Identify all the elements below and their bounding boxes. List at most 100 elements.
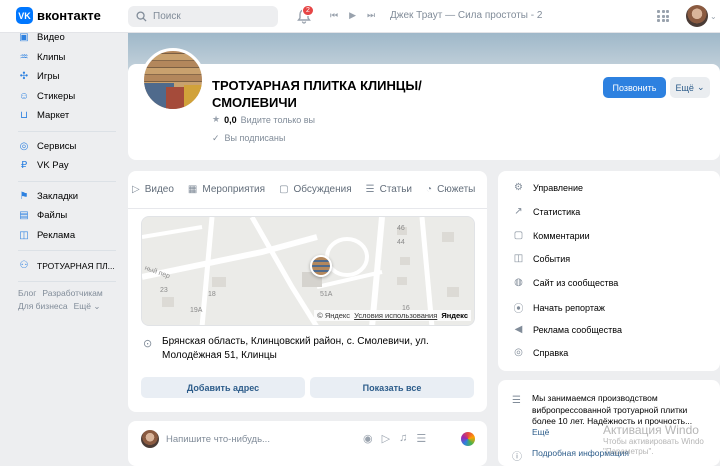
- group-description: Мы занимаемся производством вибропрессов…: [532, 393, 693, 426]
- tab-label: Обсуждения: [293, 184, 352, 195]
- subscription-status[interactable]: ✓ Вы подписаны: [212, 133, 285, 144]
- menu-item-ads[interactable]: ◀ Реклама сообщества: [512, 324, 622, 335]
- sidebar-divider: [18, 280, 116, 282]
- sidebar-item-label: Файлы: [37, 210, 68, 222]
- post-input[interactable]: Напишите что-нибудь...: [166, 434, 270, 445]
- footer-link-blog[interactable]: Блог: [18, 288, 36, 298]
- description-more-link[interactable]: Ещё: [532, 427, 549, 437]
- vk-logo-icon: VK: [16, 7, 33, 24]
- video-icon[interactable]: ▷: [382, 432, 390, 445]
- sidebar-item-group[interactable]: ⚇ ТРОТУАРНАЯ ПЛ...: [18, 256, 123, 276]
- more-button[interactable]: Ещё ⌄: [670, 77, 710, 98]
- menu-item-label: Справка: [533, 347, 569, 358]
- call-button[interactable]: Позвонить: [603, 77, 666, 98]
- sidebar-item-video[interactable]: ▣ Видео: [18, 28, 123, 48]
- footer-link-developers[interactable]: Разработчикам: [42, 288, 102, 298]
- sidebar-item-vkpay[interactable]: ₽ VK Pay: [18, 156, 123, 176]
- menu-item-label: Начать репортаж: [533, 302, 605, 313]
- group-title: ТРОТУАРНАЯ ПЛИТКА КЛИНЦЫ/ СМОЛЕВИЧИ: [212, 77, 422, 111]
- tab-label: Статьи: [379, 184, 413, 195]
- show-all-button[interactable]: Показать все: [310, 377, 474, 398]
- footer-link-more[interactable]: Ещё ⌄: [74, 301, 101, 311]
- star-icon: ★: [212, 114, 221, 124]
- menu-item-comments[interactable]: ▢ Комментарии: [512, 230, 590, 241]
- tab-label: Видео: [144, 184, 174, 195]
- calendar-icon: ▦: [187, 184, 198, 195]
- sidebar-item-games[interactable]: ✣ Игры: [18, 67, 123, 87]
- map-location-pin[interactable]: [310, 255, 332, 277]
- menu-item-events[interactable]: ◫ События: [512, 253, 570, 264]
- sidebar-divider: [18, 130, 116, 132]
- admin-menu-card: [498, 171, 720, 371]
- article-icon[interactable]: ☰: [416, 432, 426, 445]
- sidebar-item-label: Игры: [37, 71, 60, 83]
- sidebar-item-market[interactable]: ⊔ Маркет: [18, 106, 123, 126]
- sidebar-item-stickers[interactable]: ☺ Стикеры: [18, 87, 123, 107]
- sidebar-item-bookmarks[interactable]: ⚑ Закладки: [18, 187, 123, 207]
- menu-item-label: Статистика: [533, 206, 581, 217]
- chevron-down-icon[interactable]: ⌄: [710, 12, 717, 21]
- play-icon[interactable]: ▶: [349, 10, 356, 21]
- chevron-down-icon: ⌄: [696, 82, 705, 92]
- music-icon[interactable]: ♫: [399, 432, 407, 445]
- menu-item-live[interactable]: ⦿ Начать репортаж: [512, 300, 605, 316]
- menu-item-stats[interactable]: ↗ Статистика: [512, 206, 580, 217]
- menu-item-site[interactable]: ◍ Сайт из сообщества: [512, 277, 618, 288]
- sidebar-item-label: Реклама: [37, 229, 76, 241]
- map-attribution: © Яндекс Условия использования Яндекс: [314, 310, 471, 321]
- details-link[interactable]: Подробная информация: [532, 448, 629, 458]
- stickers-icon: ☺: [18, 90, 30, 102]
- checkmark-icon: ✓: [212, 133, 220, 143]
- footer-link-business[interactable]: Для бизнеса: [18, 301, 68, 311]
- tab-label: Сюжеты: [437, 184, 476, 195]
- sidebar-item-files[interactable]: ▤ Файлы: [18, 206, 123, 226]
- apps-grid-icon[interactable]: [657, 10, 669, 22]
- yandex-logo: Яндекс: [441, 311, 468, 320]
- community-icon: ⚇: [19, 260, 29, 272]
- sidebar-divider: [18, 180, 116, 182]
- sidebar-item-services[interactable]: ◎ Сервисы: [18, 137, 123, 157]
- article-icon: ☰: [365, 184, 375, 195]
- tab-video[interactable]: ▷ Видео: [132, 184, 174, 195]
- comment-icon: ▢: [513, 230, 524, 241]
- menu-item-label: Реклама сообщества: [533, 324, 622, 335]
- user-avatar[interactable]: [686, 5, 708, 27]
- palette-icon[interactable]: [461, 432, 475, 446]
- menu-item-help[interactable]: ◎ Справка: [512, 347, 568, 358]
- tab-articles[interactable]: ☰ Статьи: [366, 184, 412, 195]
- events-icon: ◫: [513, 253, 524, 264]
- vk-logo[interactable]: VK вконтакте: [16, 7, 101, 24]
- logo-text: вконтакте: [37, 8, 101, 23]
- map-house-number: 44: [397, 239, 405, 246]
- sidebar-item-label: ТРОТУАРНАЯ ПЛ...: [37, 260, 115, 271]
- tab-stories[interactable]: ◔ Сюжеты: [426, 184, 475, 195]
- group-address[interactable]: Брянская область, Клинцовский район, с. …: [162, 335, 462, 363]
- left-sidebar: ▣ Видео ♒ Клипы ✣ Игры ☺ Стикеры ⊔ Маркет ◎ Се…: [18, 28, 123, 313]
- location-pin-icon: ⊙: [143, 338, 153, 350]
- add-address-button[interactable]: Добавить адрес: [141, 377, 305, 398]
- map-house-number: 18: [208, 291, 216, 298]
- search-input[interactable]: Поиск: [128, 6, 278, 27]
- sidebar-item-clips[interactable]: ♒ Клипы: [18, 48, 123, 68]
- map-house-number: 51А: [320, 291, 333, 298]
- market-icon: ⊔: [20, 110, 28, 122]
- tab-events[interactable]: ▦ Мероприятия: [188, 184, 265, 195]
- previous-track-icon[interactable]: ⏮: [330, 10, 338, 21]
- clips-icon: ♒: [19, 51, 29, 63]
- location-map[interactable]: 46 44 23 18 19А 51А 16 ный пер © Яндекс …: [141, 216, 475, 326]
- group-rating[interactable]: ★ 0,0 Видите только вы: [212, 114, 315, 125]
- info-icon: ⓘ: [512, 452, 522, 463]
- map-terms-link[interactable]: Условия использования: [354, 311, 437, 320]
- menu-item-label: Комментарии: [533, 230, 590, 241]
- megaphone-icon: ◀: [514, 324, 523, 335]
- group-avatar[interactable]: [141, 48, 205, 112]
- sidebar-item-label: Видео: [37, 32, 65, 44]
- next-track-icon[interactable]: ⏭: [367, 10, 375, 21]
- sidebar-item-label: Клипы: [37, 51, 66, 63]
- now-playing-title[interactable]: Джек Траут — Сила простоты - 2: [390, 10, 542, 21]
- sidebar-item-label: Стикеры: [37, 90, 76, 102]
- sidebar-item-ads[interactable]: ◫ Реклама: [18, 226, 123, 246]
- menu-item-manage[interactable]: ⚙ Управление: [512, 182, 583, 193]
- tab-discussions[interactable]: ▢ Обсуждения: [279, 184, 352, 195]
- camera-icon[interactable]: ◉: [363, 432, 373, 445]
